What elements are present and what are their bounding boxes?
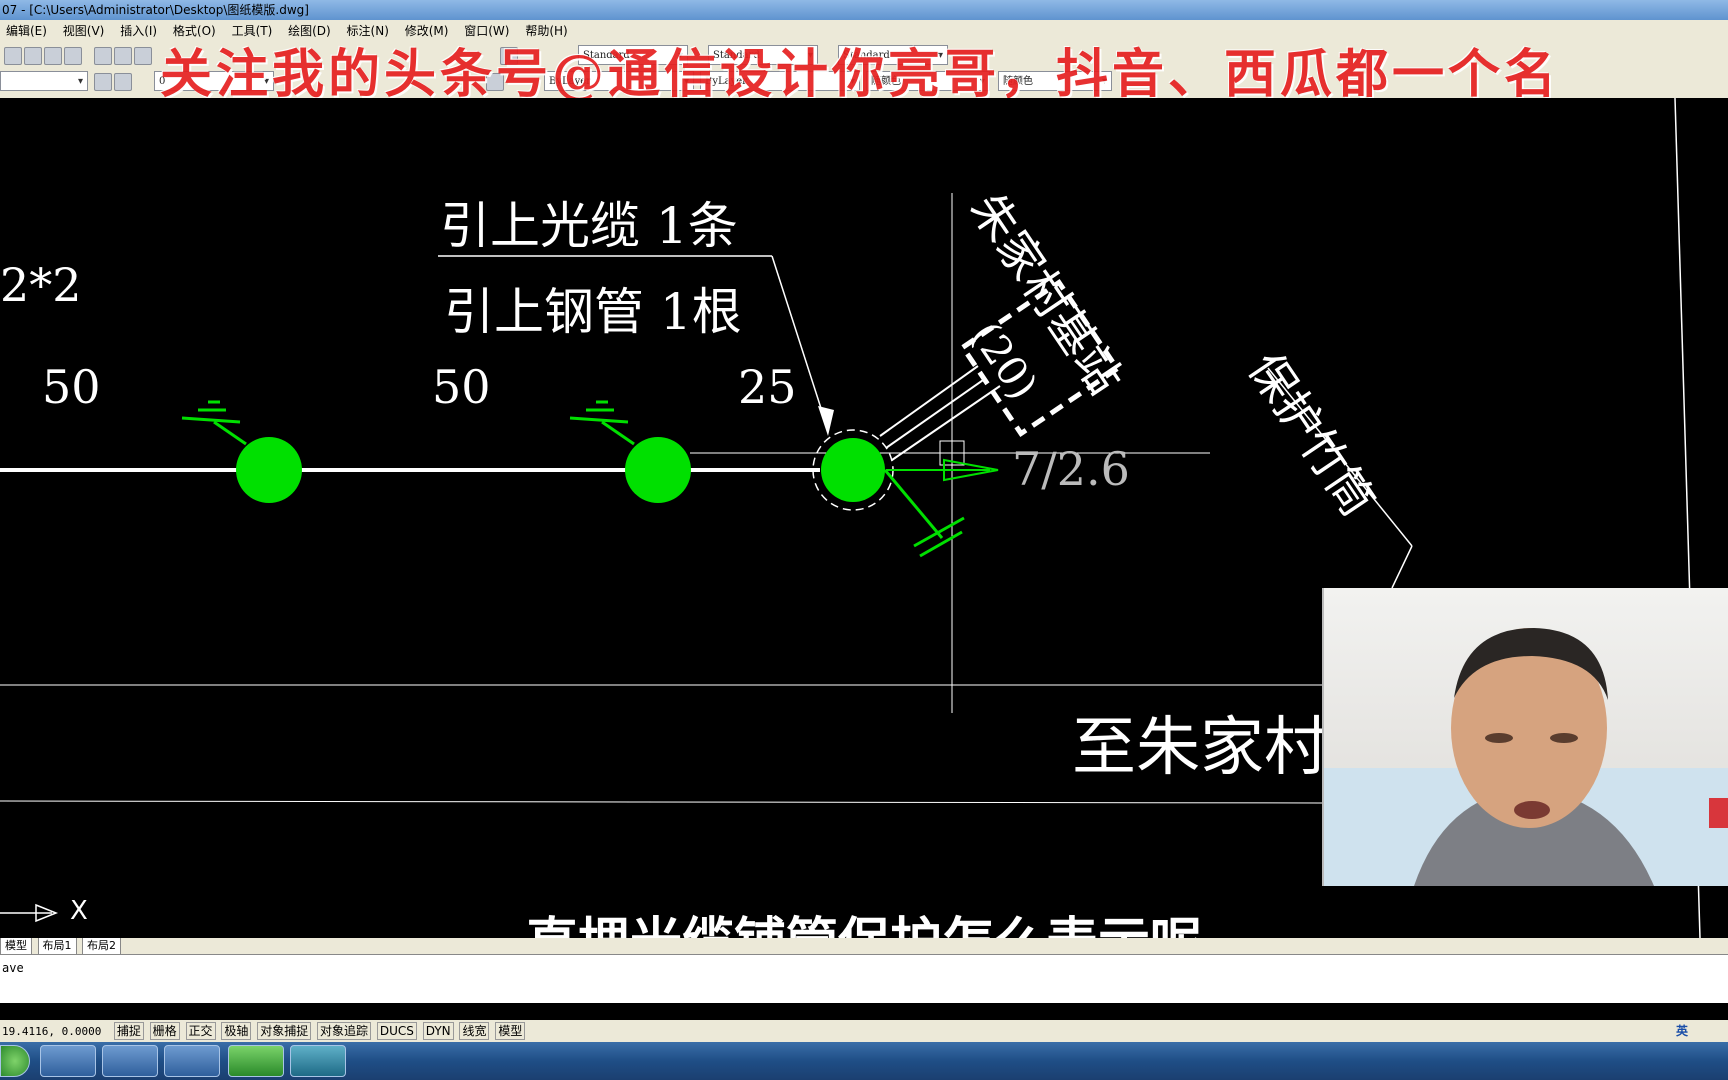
- taskbar-browser-icon[interactable]: [102, 1045, 158, 1077]
- layer-manager-icon[interactable]: [94, 73, 112, 91]
- ducs-toggle[interactable]: DUCS: [376, 1022, 417, 1040]
- taskbar-wechat-icon[interactable]: [228, 1045, 284, 1077]
- layout-tab-bar: 模型 布局1 布局2: [0, 938, 1728, 955]
- snap-toggle[interactable]: 捕捉: [113, 1022, 144, 1040]
- cut-icon[interactable]: [94, 47, 112, 65]
- span-distance-3: 25: [738, 360, 797, 414]
- status-bar: 19.4116, 0.0000 捕捉 栅格 正交 极轴 对象捕捉 对象追踪 DU…: [0, 1020, 1728, 1042]
- title-bar: 07 - [C:\Users\Administrator\Desktop\图纸模…: [0, 0, 1728, 20]
- destination-label: 至朱家村: [1072, 711, 1328, 785]
- workspace-combo[interactable]: [0, 71, 88, 92]
- ortho-toggle[interactable]: 正交: [185, 1022, 216, 1040]
- menu-insert[interactable]: 插入(I): [114, 20, 163, 42]
- save-icon[interactable]: [24, 47, 42, 65]
- paste-icon[interactable]: [134, 47, 152, 65]
- pole-2: [625, 437, 691, 503]
- model-toggle[interactable]: 模型: [495, 1022, 526, 1040]
- road-line-lower: [0, 800, 1323, 804]
- span-distance-2: 50: [432, 360, 491, 414]
- pole-1: [236, 437, 302, 503]
- taskbar-autocad-icon[interactable]: [290, 1045, 346, 1077]
- tab-model[interactable]: 模型: [0, 938, 32, 955]
- command-line[interactable]: ave: [0, 954, 1728, 1003]
- presenter-figure: [1324, 628, 1728, 886]
- watermark-text: 关注我的头条号@通信设计你亮哥，抖音、西瓜都一个名: [160, 44, 1561, 105]
- tab-layout1[interactable]: 布局1: [37, 938, 77, 955]
- dyn-toggle[interactable]: DYN: [422, 1022, 454, 1040]
- grid-toggle[interactable]: 栅格: [149, 1022, 180, 1040]
- riser-pipe-3: [891, 385, 1001, 461]
- taskbar-folder-icon[interactable]: [164, 1045, 220, 1077]
- riser-pipe-1: [879, 365, 979, 437]
- otrack-toggle[interactable]: 对象追踪: [317, 1022, 372, 1040]
- lineweight-toggle[interactable]: 线宽: [459, 1022, 490, 1040]
- guy-wire: [883, 469, 944, 539]
- guy-line-2: [569, 416, 629, 424]
- span-distance-1: 50: [42, 360, 101, 414]
- layer-previous-icon[interactable]: [114, 73, 132, 91]
- coordinate-readout: 19.4116, 0.0000: [2, 1025, 102, 1038]
- command-history: ave: [2, 961, 24, 975]
- start-button[interactable]: [0, 1045, 30, 1077]
- menu-view[interactable]: 视图(V): [57, 20, 111, 42]
- cable-spec-label: 2*2: [0, 258, 82, 312]
- osnap-toggle[interactable]: 对象捕捉: [257, 1022, 312, 1040]
- riser-pipe-label: 引上钢管 1根: [444, 283, 742, 341]
- polar-toggle[interactable]: 极轴: [221, 1022, 252, 1040]
- leader-arrow: [818, 406, 834, 436]
- riser-cable-label: 引上光缆 1条: [440, 197, 738, 255]
- tab-layout2[interactable]: 布局2: [82, 938, 121, 955]
- print-icon[interactable]: [44, 47, 62, 65]
- system-tray[interactable]: [1600, 1050, 1720, 1072]
- window-title: 07 - [C:\Users\Administrator\Desktop\图纸模…: [2, 3, 309, 17]
- ime-indicator[interactable]: 英: [1676, 1020, 1688, 1042]
- pole-3: [821, 438, 885, 502]
- preview-icon[interactable]: [64, 47, 82, 65]
- open-icon[interactable]: [4, 47, 22, 65]
- copy-icon[interactable]: [114, 47, 132, 65]
- menu-edit[interactable]: 编辑(E): [0, 20, 53, 42]
- webcam-overlay: [1322, 588, 1728, 886]
- guy-spec-label: 7/2.6: [1012, 442, 1130, 496]
- taskbar: [0, 1042, 1728, 1080]
- taskbar-video-app-icon[interactable]: [40, 1045, 96, 1077]
- guy-line-1: [181, 416, 241, 424]
- riser-pipe-2: [885, 377, 987, 449]
